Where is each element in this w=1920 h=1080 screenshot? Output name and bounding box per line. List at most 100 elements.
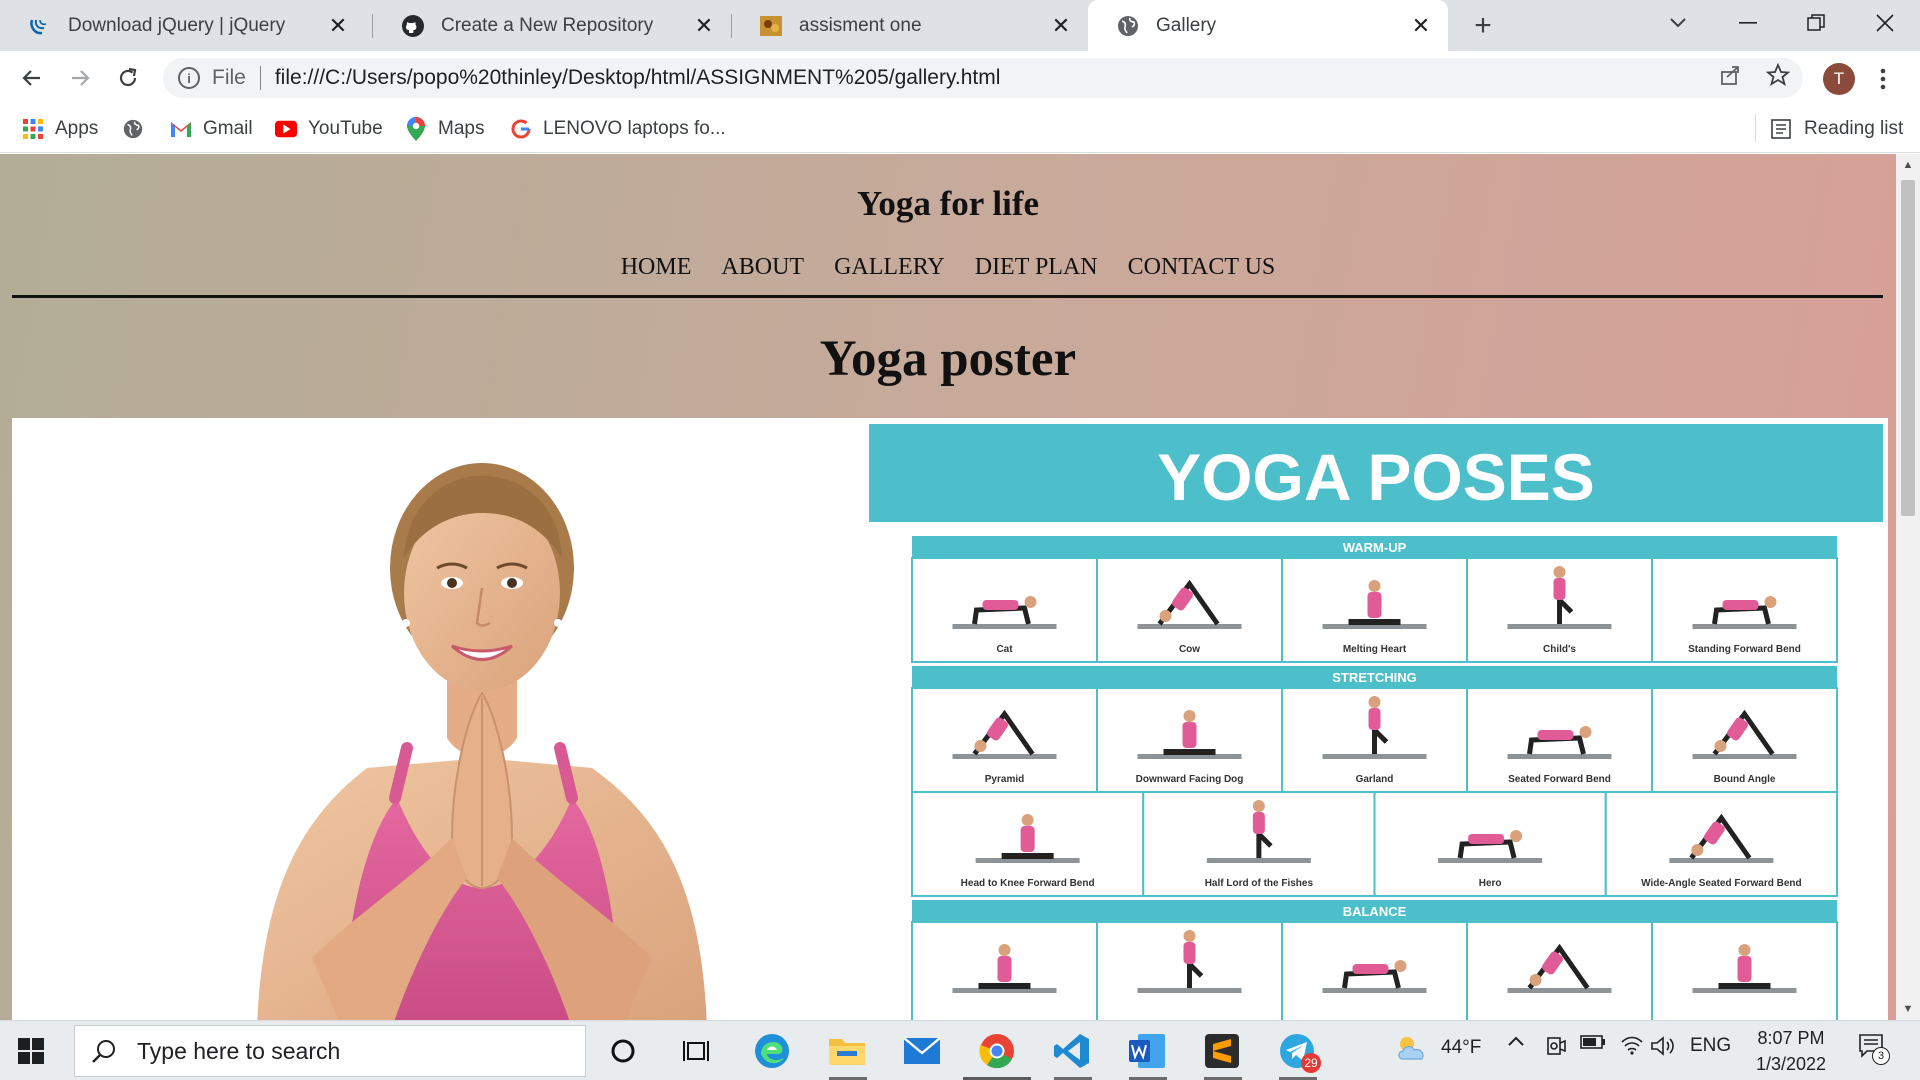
pose-head — [1553, 566, 1566, 578]
mail-icon[interactable] — [900, 1029, 944, 1073]
bookmark-youtube[interactable]: YouTube — [275, 115, 383, 143]
page-scrollbar[interactable]: ▲ ▼ — [1896, 154, 1920, 1020]
address-bar[interactable]: i File file:///C:/Users/popo%20thinley/D… — [163, 58, 1803, 98]
yoga-mat — [1507, 754, 1612, 759]
bookmarks-divider — [1755, 114, 1756, 142]
bookmark-lenovo[interactable]: LENOVO laptops fo... — [510, 115, 726, 143]
notification-center-icon[interactable]: 3 — [1858, 1033, 1890, 1065]
weather-widget[interactable]: 44°F — [1395, 1035, 1481, 1061]
scroll-down-arrow-icon[interactable]: ▼ — [1896, 1000, 1920, 1018]
tab-search-chevron-icon[interactable] — [1658, 8, 1698, 38]
pose-head — [1183, 710, 1196, 722]
nav-home[interactable]: HOME — [621, 254, 692, 281]
scroll-thumb[interactable] — [1901, 180, 1915, 516]
nav-gallery[interactable]: GALLERY — [834, 254, 945, 281]
nav-about[interactable]: ABOUT — [721, 254, 804, 281]
poster-banner-title: YOGA POSES — [1157, 440, 1595, 514]
close-tab-icon[interactable]: ✕ — [327, 13, 349, 38]
bookmark-maps[interactable]: Maps — [405, 115, 484, 143]
pose-head — [1183, 930, 1196, 942]
chrome-icon[interactable] — [975, 1029, 1019, 1073]
pose-cell — [1466, 921, 1653, 1020]
bookmark-globe[interactable] — [122, 115, 155, 143]
meet-now-icon[interactable] — [1545, 1035, 1567, 1057]
jquery-icon — [28, 14, 52, 38]
nav-diet-plan[interactable]: DIET PLAN — [975, 254, 1098, 281]
pose-label: Cow — [1179, 644, 1200, 655]
globe-icon — [122, 118, 144, 140]
tab-jquery[interactable]: Download jQuery | jQuery ✕ — [0, 0, 365, 51]
bookmark-star-icon[interactable] — [1763, 60, 1793, 90]
show-hidden-icons-chevron-icon[interactable] — [1507, 1035, 1525, 1047]
pose-label: Pyramid — [985, 774, 1024, 785]
yoga-mat — [1322, 754, 1427, 759]
scroll-up-arrow-icon[interactable]: ▲ — [1896, 156, 1920, 174]
restore-icon[interactable] — [1796, 8, 1836, 38]
yoga-mat — [1137, 988, 1242, 993]
apps-grid-icon — [22, 118, 44, 140]
gmail-icon — [170, 118, 192, 140]
pose-top — [1367, 592, 1382, 618]
windows-taskbar: Type here to search 29 44°F ENG 8:07 PM … — [0, 1020, 1920, 1080]
edge-browser-icon[interactable] — [750, 1029, 794, 1073]
tab-title: Gallery — [1156, 14, 1217, 36]
pose-top — [1020, 826, 1035, 852]
site-info-icon[interactable]: i — [178, 67, 200, 89]
url-text[interactable]: file:///C:/Users/popo%20thinley/Desktop/… — [275, 66, 1001, 90]
tab-assisment-one[interactable]: assisment one ✕ — [731, 0, 1088, 51]
task-view-icon[interactable] — [674, 1029, 718, 1073]
reading-list-button[interactable]: Reading list — [1770, 115, 1903, 143]
cortana-circle-icon[interactable] — [601, 1029, 645, 1073]
minimize-icon[interactable] — [1728, 8, 1768, 38]
omnibox-divider — [259, 66, 261, 90]
yoga-mat — [952, 624, 1057, 629]
menu-kebab-icon[interactable] — [1873, 63, 1893, 95]
pose-head — [1368, 580, 1381, 592]
pose-head — [1024, 596, 1037, 608]
language-indicator[interactable]: ENG — [1690, 1035, 1731, 1057]
telegram-icon[interactable]: 29 — [1275, 1029, 1321, 1073]
share-icon[interactable] — [1715, 60, 1745, 90]
tab-strip: Download jQuery | jQuery ✕ Create a New … — [0, 0, 1920, 51]
yoga-mat — [1322, 988, 1427, 993]
new-tab-plus-icon[interactable]: + — [1467, 9, 1499, 42]
pose-label: Garland — [1356, 774, 1394, 785]
yoga-mat — [1692, 624, 1797, 629]
yoga-poses-chart: YOGA POSES WARM-UP Cat Cow Melting Heart Chil… — [869, 424, 1883, 1020]
windows-start-icon[interactable] — [18, 1038, 44, 1064]
close-window-icon[interactable] — [1865, 8, 1905, 38]
volume-icon[interactable] — [1650, 1035, 1676, 1057]
bookmark-gmail[interactable]: Gmail — [170, 115, 253, 143]
file-explorer-icon[interactable] — [825, 1029, 869, 1073]
taskbar-search-box[interactable]: Type here to search — [74, 1025, 586, 1077]
nav-contact-us[interactable]: CONTACT US — [1128, 254, 1276, 281]
battery-icon[interactable] — [1580, 1035, 1606, 1049]
yoga-mat — [1137, 624, 1242, 629]
tab-gallery[interactable]: Gallery ✕ — [1088, 0, 1448, 51]
pose-head — [1579, 726, 1592, 738]
site-thumbnail-icon — [759, 14, 783, 38]
tab-title: assisment one — [799, 14, 922, 36]
bookmark-apps[interactable]: Apps — [22, 115, 98, 143]
close-tab-icon[interactable]: ✕ — [693, 13, 715, 38]
pose-head — [1394, 960, 1407, 972]
section-title: STRETCHING — [1332, 670, 1417, 685]
back-arrow-icon[interactable] — [14, 60, 50, 96]
wifi-icon[interactable] — [1620, 1035, 1644, 1055]
nav-divider — [12, 295, 1883, 298]
profile-avatar[interactable]: T — [1823, 63, 1855, 95]
close-tab-icon[interactable]: ✕ — [1410, 13, 1432, 38]
tab-github[interactable]: Create a New Repository ✕ — [373, 0, 731, 51]
pose-head — [1714, 740, 1727, 752]
pose-head — [1159, 610, 1172, 622]
yoga-photo — [12, 418, 867, 1020]
telegram-unread-badge: 29 — [1301, 1053, 1321, 1073]
close-tab-icon[interactable]: ✕ — [1050, 13, 1072, 38]
reload-icon[interactable] — [110, 60, 146, 96]
sublime-text-icon[interactable] — [1200, 1029, 1244, 1073]
gallery-page: Yoga for life HOME ABOUT GALLERY DIET PL… — [0, 154, 1920, 1020]
forward-arrow-icon[interactable] — [62, 60, 98, 96]
taskbar-clock[interactable]: 8:07 PM 1/3/2022 — [1746, 1025, 1836, 1077]
vscode-icon[interactable] — [1050, 1029, 1094, 1073]
word-icon[interactable] — [1125, 1029, 1169, 1073]
